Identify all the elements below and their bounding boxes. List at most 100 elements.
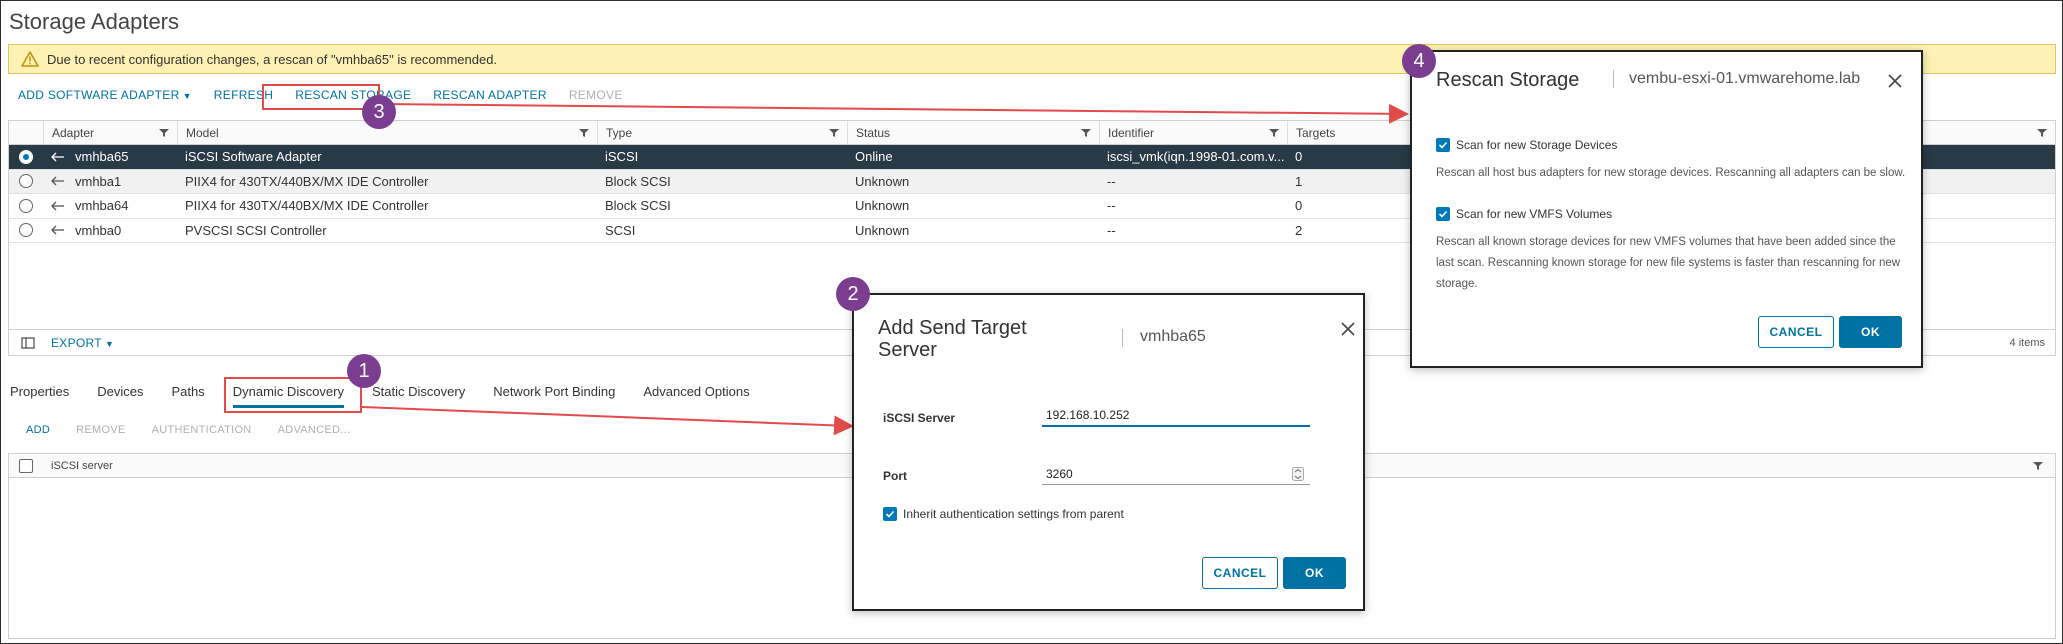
remove-server-button[interactable]: REMOVE	[76, 424, 125, 436]
callout-4: 4	[1402, 44, 1436, 78]
cell-identifier: --	[1107, 173, 1116, 189]
cancel-button[interactable]: CANCEL	[1758, 316, 1834, 348]
chevron-down-icon: ▼	[182, 91, 192, 101]
cell-status: Unknown	[855, 222, 910, 238]
add-software-adapter-button[interactable]: ADD SOFTWARE ADAPTER ▼	[18, 88, 192, 102]
column-label: Model	[186, 125, 219, 140]
dialog-title-line2: Server	[878, 339, 937, 361]
rescan-adapter-button[interactable]: RESCAN ADAPTER	[433, 88, 547, 102]
scan-storage-devices-option[interactable]: Scan for new Storage Devices	[1436, 138, 1617, 152]
export-label: EXPORT	[51, 335, 102, 350]
cell-status: Unknown	[855, 198, 910, 214]
tab-devices[interactable]: Devices	[97, 384, 143, 408]
ok-button[interactable]: OK	[1839, 316, 1902, 348]
row-radio[interactable]	[19, 198, 33, 213]
cell-type: Block SCSI	[605, 198, 671, 214]
inherit-auth-option[interactable]: Inherit authentication settings from par…	[883, 507, 1124, 521]
filter-icon[interactable]	[2037, 128, 2047, 138]
authentication-button[interactable]: AUTHENTICATION	[152, 424, 252, 436]
close-icon[interactable]	[1340, 321, 1356, 337]
column-label: Identifier	[1108, 125, 1155, 140]
tab-advanced-options[interactable]: Advanced Options	[643, 384, 749, 408]
inherit-auth-label: Inherit authentication settings from par…	[903, 507, 1124, 521]
filter-icon[interactable]	[1081, 128, 1091, 138]
warning-icon	[21, 51, 39, 67]
filter-icon[interactable]	[579, 128, 589, 138]
dialog-subtitle: vembu-esxi-01.vmwarehome.lab	[1629, 70, 1861, 87]
column-toggle-icon[interactable]	[21, 336, 35, 349]
stepper-arrows-icon[interactable]	[1292, 467, 1304, 481]
cell-model: PVSCSI SCSI Controller	[185, 222, 327, 238]
callout-2: 2	[836, 277, 870, 311]
cell-status: Unknown	[855, 173, 910, 189]
cell-adapter: vmhba64	[75, 198, 129, 214]
cell-model: PIIX4 for 430TX/440BX/MX IDE Controller	[185, 173, 429, 189]
title-separator	[1613, 70, 1614, 88]
rescan-storage-dialog: Rescan Storage vembu-esxi-01.vmwarehome.…	[1410, 50, 1923, 368]
column-header-identifier[interactable]: Identifier	[1099, 121, 1287, 144]
dialog-title-line1: Add Send Target	[878, 317, 1027, 339]
column-header-type[interactable]: Type	[597, 121, 847, 144]
check-icon	[1438, 141, 1448, 149]
column-header-iscsi-server: iSCSI server	[51, 459, 113, 472]
storage-adapter-icon	[51, 176, 64, 186]
cell-status: Online	[855, 149, 893, 165]
scan-vmfs-volumes-description: Rescan all known storage devices for new…	[1436, 236, 1901, 290]
cell-model: iSCSI Software Adapter	[185, 149, 322, 165]
detail-tabs: Properties Devices Paths Dynamic Discove…	[10, 384, 778, 408]
tab-properties[interactable]: Properties	[10, 384, 69, 408]
add-software-adapter-label: ADD SOFTWARE ADAPTER	[18, 88, 180, 102]
storage-adapter-icon	[51, 152, 64, 162]
port-value: 3260	[1046, 466, 1073, 481]
column-header-status[interactable]: Status	[847, 121, 1099, 144]
check-icon	[885, 510, 895, 518]
iscsi-server-label: iSCSI Server	[883, 411, 956, 425]
cancel-button[interactable]: CANCEL	[1202, 557, 1278, 589]
scan-vmfs-volumes-checkbox[interactable]	[1436, 207, 1450, 221]
scan-vmfs-volumes-option[interactable]: Scan for new VMFS Volumes	[1436, 207, 1612, 221]
page-title: Storage Adapters	[9, 9, 180, 34]
scan-storage-devices-checkbox[interactable]	[1436, 138, 1450, 152]
filter-icon[interactable]	[1269, 128, 1279, 138]
select-column-header	[9, 121, 43, 144]
iscsi-server-input[interactable]: 192.168.10.252	[1042, 405, 1310, 427]
cell-identifier: --	[1107, 222, 1116, 238]
cell-identifier: iscsi_vmk(iqn.1998-01.com.v...	[1107, 149, 1285, 165]
column-label: Status	[856, 125, 891, 140]
cell-adapter: vmhba65	[75, 149, 129, 165]
add-button[interactable]: ADD	[26, 424, 50, 436]
export-button[interactable]: EXPORT ▼	[51, 336, 114, 350]
row-radio[interactable]	[19, 149, 33, 164]
inherit-auth-checkbox[interactable]	[883, 507, 897, 521]
tab-paths[interactable]: Paths	[172, 384, 205, 408]
tab-static-discovery[interactable]: Static Discovery	[372, 384, 465, 408]
callout-1: 1	[347, 354, 381, 388]
dialog-title: Rescan Storage	[1436, 69, 1580, 91]
remove-button[interactable]: REMOVE	[569, 88, 623, 102]
highlight-dynamic-discovery	[224, 377, 362, 413]
tab-network-port-binding[interactable]: Network Port Binding	[493, 384, 615, 408]
title-separator	[1122, 329, 1123, 347]
cell-type: iSCSI	[605, 149, 639, 165]
row-radio[interactable]	[19, 174, 33, 189]
advanced-button[interactable]: ADVANCED...	[278, 424, 351, 436]
column-label: Adapter	[52, 125, 95, 140]
scan-vmfs-volumes-label: Scan for new VMFS Volumes	[1456, 207, 1613, 221]
cell-type: SCSI	[605, 222, 636, 238]
row-radio[interactable]	[19, 223, 33, 238]
callout-3: 3	[362, 95, 396, 129]
chevron-down-icon: ▼	[104, 338, 115, 349]
column-label: Targets	[1296, 125, 1336, 140]
scan-storage-devices-description: Rescan all host bus adapters for new sto…	[1436, 167, 1906, 179]
storage-adapter-icon	[51, 225, 64, 235]
filter-icon[interactable]	[159, 128, 169, 138]
port-stepper[interactable]: 3260	[1042, 463, 1310, 485]
filter-icon[interactable]	[2033, 461, 2043, 471]
cell-type: Block SCSI	[605, 173, 671, 189]
filter-icon[interactable]	[829, 128, 839, 138]
select-all-checkbox[interactable]	[19, 458, 33, 473]
ok-button[interactable]: OK	[1283, 557, 1346, 589]
close-icon[interactable]	[1887, 73, 1903, 89]
warning-text: Due to recent configuration changes, a r…	[47, 51, 498, 67]
column-header-adapter[interactable]: Adapter	[43, 121, 177, 144]
